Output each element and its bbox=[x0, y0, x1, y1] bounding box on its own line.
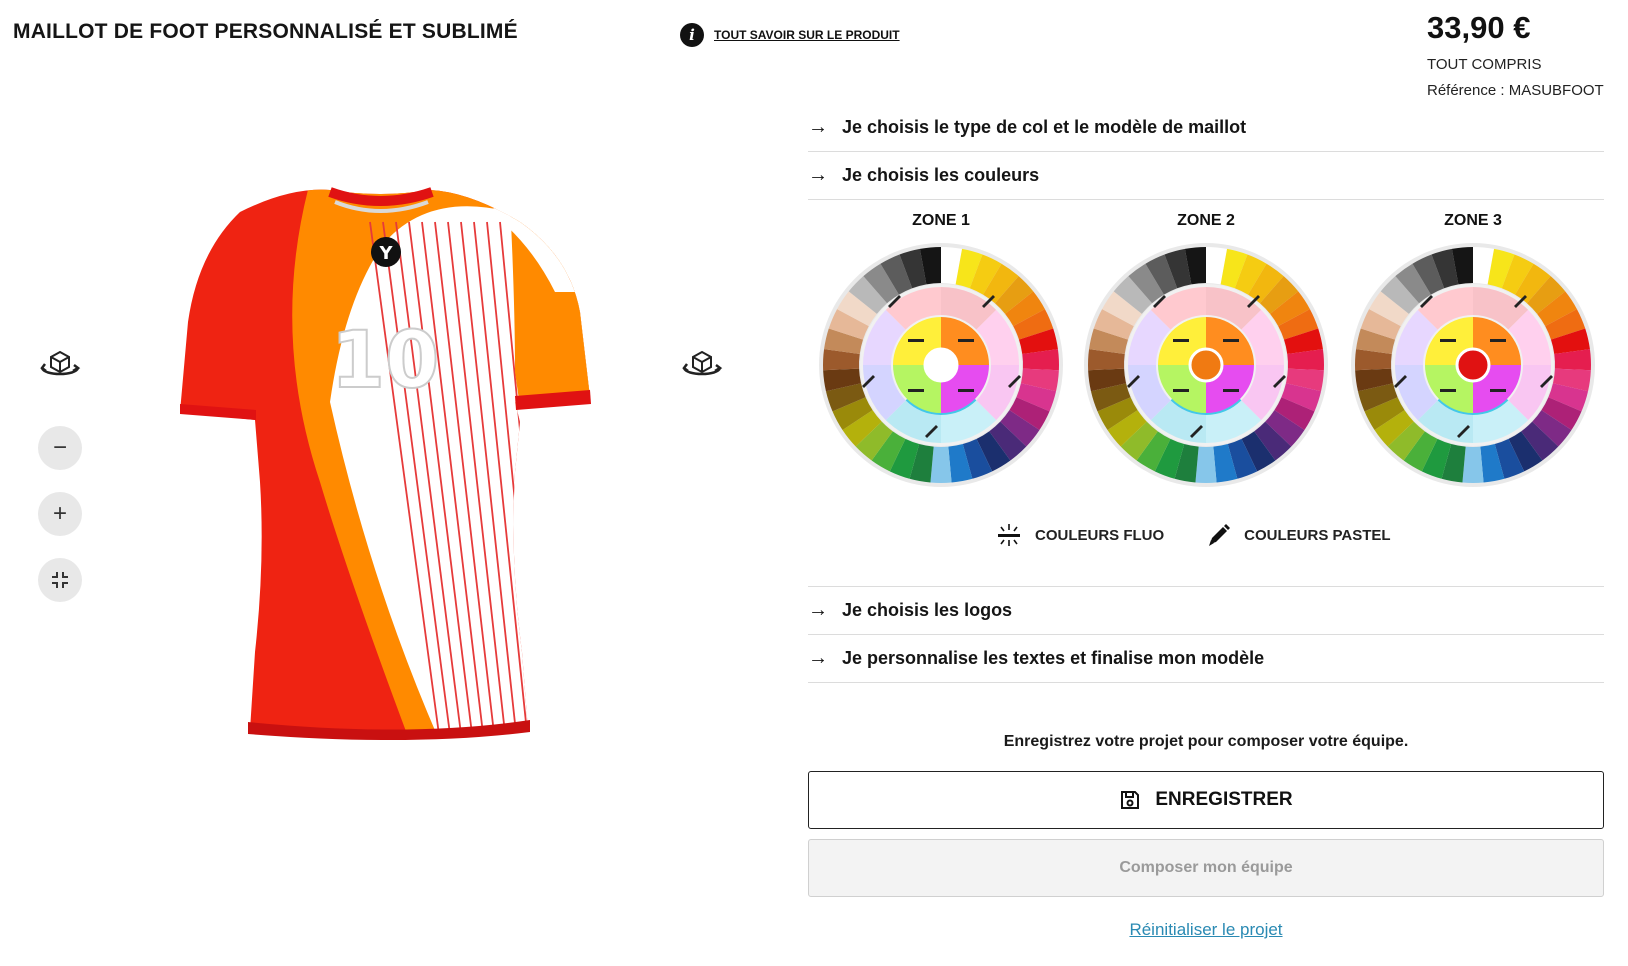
fluo-marker bbox=[1173, 339, 1189, 342]
rotate-left-button[interactable] bbox=[36, 345, 84, 385]
price-note: TOUT COMPRIS bbox=[1427, 56, 1542, 73]
step-label: Je choisis les logos bbox=[842, 600, 1013, 620]
zone-title: ZONE 1 bbox=[912, 212, 970, 229]
selected-color bbox=[1455, 347, 1491, 383]
legend-fluo: COULEURS FLUO bbox=[995, 522, 1164, 548]
step-texts[interactable]: → Je personnalise les textes et finalise… bbox=[808, 635, 1604, 683]
fluo-marker bbox=[1223, 339, 1239, 342]
zone-2: ZONE 2 bbox=[1081, 212, 1331, 495]
arrow-right-icon: → bbox=[808, 599, 828, 621]
step-list-bottom: → Je choisis les logos → Je personnalise… bbox=[808, 586, 1604, 683]
zoom-in-button[interactable]: + bbox=[38, 492, 82, 536]
selected-color bbox=[1188, 347, 1224, 383]
fit-view-button[interactable] bbox=[38, 558, 82, 602]
fluo-marker bbox=[1440, 389, 1456, 392]
product-info-link[interactable]: i TOUT SAVOIR SUR LE PRODUIT bbox=[680, 23, 900, 47]
arrow-right-icon: → bbox=[808, 647, 828, 669]
product-info-label: TOUT SAVOIR SUR LE PRODUIT bbox=[714, 28, 900, 42]
zone-title: ZONE 2 bbox=[1177, 212, 1235, 229]
plus-icon: + bbox=[52, 500, 67, 527]
page-title: MAILLOT DE FOOT PERSONNALISÉ ET SUBLIMÉ bbox=[13, 20, 518, 43]
fluo-marker bbox=[1440, 339, 1456, 342]
zone-1: ZONE 1 bbox=[816, 212, 1066, 495]
color-swatch[interactable] bbox=[1195, 446, 1217, 483]
price-box: 33,90 € TOUT COMPRIS Référence : MASUBFO… bbox=[1427, 10, 1604, 99]
legend-fluo-label: COULEURS FLUO bbox=[1035, 526, 1165, 544]
fluo-marker bbox=[1223, 389, 1239, 392]
step-collar-model[interactable]: → Je choisis le type de col et le modèle… bbox=[808, 104, 1604, 152]
save-button[interactable]: ENREGISTRER bbox=[808, 771, 1604, 829]
step-label: Je choisis les couleurs bbox=[842, 165, 1040, 185]
save-icon bbox=[1121, 791, 1140, 809]
jersey-preview: Y 10 bbox=[180, 187, 591, 741]
price: 33,90 € bbox=[1427, 10, 1531, 45]
zone-title: ZONE 3 bbox=[1444, 212, 1502, 229]
jersey-number: 10 bbox=[331, 316, 440, 406]
reset-project-link[interactable]: Réinitialiser le projet bbox=[808, 920, 1604, 940]
info-icon: i bbox=[680, 23, 704, 47]
color-legend: COULEURS FLUO COULEURS PASTEL bbox=[995, 522, 1419, 548]
step-logos[interactable]: → Je choisis les logos bbox=[808, 587, 1604, 635]
save-note: Enregistrez votre projet pour composer v… bbox=[1003, 733, 1409, 750]
color-wheel-zone-3[interactable] bbox=[1348, 240, 1598, 490]
fluo-marker bbox=[1490, 389, 1506, 392]
minus-icon: − bbox=[52, 434, 67, 461]
arrow-right-icon: → bbox=[808, 116, 828, 138]
fluo-marker bbox=[958, 339, 974, 342]
color-zones: ZONE 1 ZONE 2 ZONE 3 bbox=[808, 212, 1604, 512]
fluo-icon bbox=[998, 524, 1020, 546]
rotate-3d-icon bbox=[40, 350, 81, 376]
selected-color bbox=[923, 347, 959, 383]
compose-team-button[interactable]: Composer mon équipe bbox=[808, 839, 1604, 897]
pencil-icon bbox=[1209, 524, 1231, 546]
zone-3: ZONE 3 bbox=[1348, 212, 1598, 495]
fluo-marker bbox=[908, 389, 924, 392]
fluo-marker bbox=[1490, 339, 1506, 342]
step-colors[interactable]: → Je choisis les couleurs bbox=[808, 152, 1604, 200]
compress-icon bbox=[52, 572, 68, 588]
step-label: Je personnalise les textes et finalise m… bbox=[842, 648, 1265, 668]
product-reference: Référence : MASUBFOOT bbox=[1427, 82, 1604, 99]
rotate-right-button[interactable] bbox=[678, 345, 726, 385]
color-swatch[interactable] bbox=[930, 446, 952, 483]
color-wheel-zone-2[interactable] bbox=[1081, 240, 1331, 490]
rotate-3d-icon bbox=[682, 350, 723, 376]
fluo-marker bbox=[958, 389, 974, 392]
arrow-right-icon: → bbox=[808, 164, 828, 186]
zoom-out-button[interactable]: − bbox=[38, 426, 82, 470]
fluo-marker bbox=[1173, 389, 1189, 392]
save-button-label: ENREGISTRER bbox=[1155, 789, 1293, 810]
fluo-marker bbox=[908, 339, 924, 342]
jersey-logo: Y bbox=[378, 243, 393, 264]
step-list-top: → Je choisis le type de col et le modèle… bbox=[808, 104, 1604, 200]
color-wheel-zone-1[interactable] bbox=[816, 240, 1066, 490]
color-swatch[interactable] bbox=[1462, 446, 1484, 483]
legend-pastel: COULEURS PASTEL bbox=[1206, 522, 1391, 548]
legend-pastel-label: COULEURS PASTEL bbox=[1244, 526, 1391, 544]
step-label: Je choisis le type de col et le modèle d… bbox=[842, 117, 1247, 137]
